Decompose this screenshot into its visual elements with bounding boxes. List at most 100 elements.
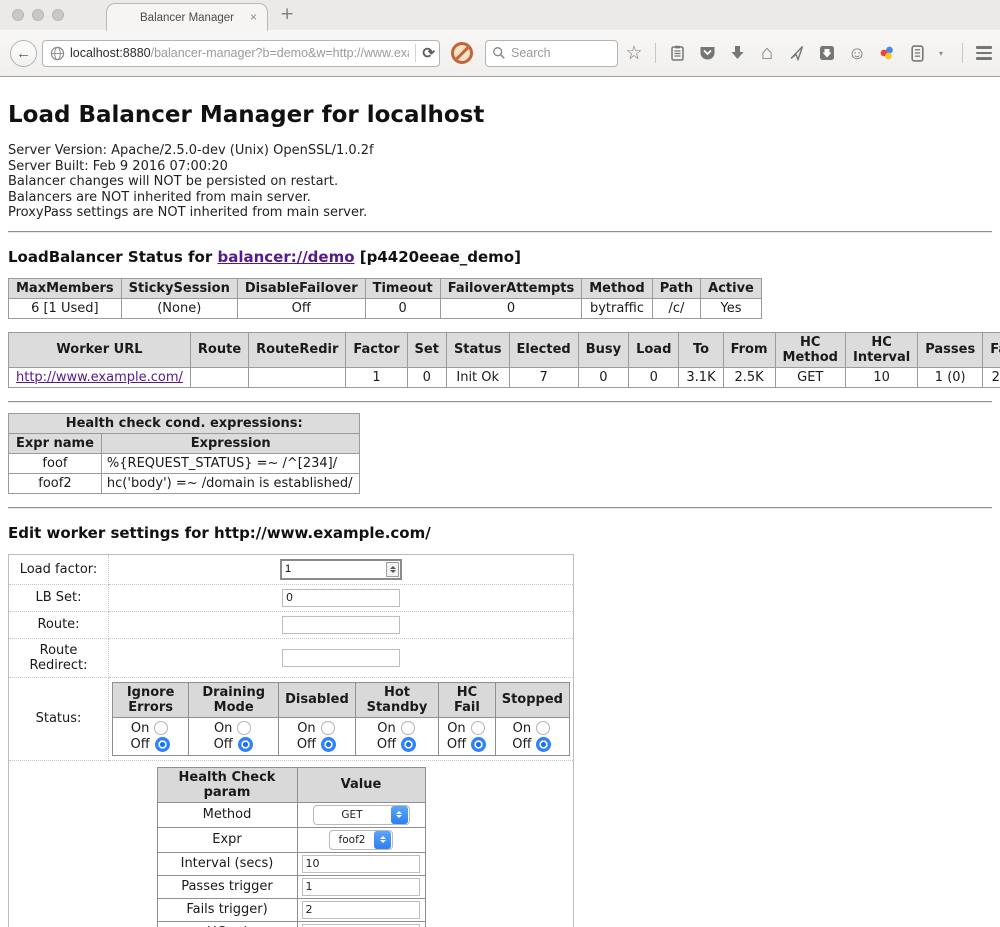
route-input[interactable] — [282, 616, 400, 634]
cell-passes: 1 (0) — [918, 367, 983, 387]
col-hc-method: HC Method — [775, 332, 845, 367]
passes-trigger-input[interactable] — [302, 878, 420, 896]
feedback-smiley-icon[interactable]: ☺ — [848, 44, 866, 62]
select-stepper-icon — [374, 831, 391, 849]
off-label: Off — [297, 737, 316, 752]
draining-mode-radios: On Off — [189, 717, 279, 755]
disabled-radios: On Off — [279, 717, 356, 755]
worker-url-link[interactable]: http://www.example.com/ — [16, 370, 183, 385]
downloads-icon[interactable] — [728, 44, 746, 62]
stopped-off-radio[interactable] — [536, 737, 551, 752]
cell-hc-method: GET — [775, 367, 845, 387]
home-icon[interactable]: ⌂ — [758, 44, 776, 62]
interval-input[interactable] — [302, 855, 420, 873]
browser-navbar: ← localhost:8880/balancer-manager?b=demo… — [0, 30, 1000, 77]
search-icon — [492, 46, 506, 60]
search-input[interactable] — [511, 46, 611, 60]
draining-mode-off-radio[interactable] — [238, 737, 253, 752]
chevron-down-icon[interactable]: ▾ — [932, 44, 950, 62]
route-redirect-input[interactable] — [282, 649, 400, 667]
col-worker-url: Worker URL — [9, 332, 191, 367]
new-tab-button[interactable]: + — [280, 4, 294, 24]
window-controls[interactable] — [12, 9, 64, 21]
cell-busy: 0 — [578, 367, 628, 387]
hc-fail-off-radio[interactable] — [471, 737, 486, 752]
col-fails: Fails — [983, 332, 1000, 367]
balancer-manager-page: Load Balancer Manager for localhost Serv… — [0, 77, 1000, 927]
hc-fail-radios: On Off — [439, 717, 496, 755]
back-button[interactable]: ← — [10, 40, 37, 67]
toolbar-divider — [962, 43, 963, 63]
method-select[interactable]: GET — [313, 805, 410, 825]
cell-status: Init Ok — [446, 367, 509, 387]
off-label: Off — [447, 737, 466, 752]
col-path: Path — [652, 278, 700, 298]
interval-label: Interval (secs) — [157, 852, 297, 875]
col-ignore-errors: Ignore Errors — [113, 682, 189, 717]
fails-trigger-input[interactable] — [302, 901, 420, 919]
close-window-button[interactable] — [12, 9, 24, 21]
draining-mode-on-radio[interactable] — [237, 721, 251, 735]
number-stepper-icon[interactable] — [386, 562, 399, 577]
disabled-on-radio[interactable] — [321, 721, 335, 735]
col-disabled: Disabled — [279, 682, 356, 717]
url-bar[interactable]: localhost:8880/balancer-manager?b=demo&w… — [42, 40, 440, 67]
expr-select[interactable]: foof2 — [329, 830, 393, 850]
container-icon[interactable] — [908, 44, 926, 62]
col-failoverattempts: FailoverAttempts — [440, 278, 582, 298]
select-stepper-icon — [391, 806, 408, 824]
zoom-window-button[interactable] — [52, 9, 64, 21]
col-hc-param: Health Check param — [157, 767, 297, 802]
load-factor-input[interactable] — [282, 563, 386, 575]
tab-title: Balancer Manager — [140, 12, 234, 24]
hot-standby-off-radio[interactable] — [401, 737, 416, 752]
col-maxmembers: MaxMembers — [9, 278, 122, 298]
clipboard-icon[interactable] — [668, 44, 686, 62]
balancer-demo-link[interactable]: balancer://demo — [217, 248, 354, 266]
on-label: On — [447, 721, 465, 736]
load-factor-field[interactable] — [280, 559, 402, 580]
ignore-errors-on-radio[interactable] — [154, 721, 168, 735]
browser-tab[interactable]: Balancer Manager × — [106, 3, 268, 31]
cell-set: 0 — [407, 367, 446, 387]
ignore-errors-off-radio[interactable] — [155, 737, 170, 752]
off-label: Off — [214, 737, 233, 752]
cell-disablefailover: Off — [237, 298, 365, 318]
col-elected: Elected — [509, 332, 578, 367]
disabled-off-radio[interactable] — [321, 737, 336, 752]
stopped-on-radio[interactable] — [536, 721, 550, 735]
route-redirect-label: Route Redirect: — [9, 638, 109, 677]
bookmark-star-icon[interactable]: ☆ — [625, 44, 643, 62]
send-plane-icon[interactable] — [788, 44, 806, 62]
server-built-line: Server Built: Feb 9 2016 07:00:20 — [8, 159, 992, 175]
passes-trigger-label: Passes trigger — [157, 875, 297, 898]
hot-standby-on-radio[interactable] — [401, 721, 415, 735]
worker-table: Worker URL Route RouteRedir Factor Set S… — [8, 332, 1000, 388]
urlbar-divider — [415, 44, 416, 62]
url-text[interactable]: localhost:8880/balancer-manager?b=demo&w… — [70, 46, 409, 60]
search-bar[interactable] — [485, 40, 618, 67]
addon-download-icon[interactable] — [818, 44, 836, 62]
col-method: Method — [582, 278, 652, 298]
menu-icon[interactable] — [975, 44, 993, 62]
proxypass-note-line: ProxyPass settings are NOT inherited fro… — [8, 205, 992, 221]
on-label: On — [513, 721, 531, 736]
route-label: Route: — [9, 611, 109, 638]
blocked-content-icon[interactable] — [451, 42, 473, 64]
hc-uri-input[interactable] — [302, 924, 420, 927]
cell-route — [190, 367, 248, 387]
cell-hc-interval: 10 — [845, 367, 917, 387]
lb-set-input[interactable] — [282, 589, 400, 607]
hc-fail-on-radio[interactable] — [471, 721, 485, 735]
cell-fails: 2 (0) — [983, 367, 1000, 387]
divider — [8, 231, 992, 233]
close-tab-icon[interactable]: × — [250, 10, 257, 24]
colorways-icon[interactable] — [878, 44, 896, 62]
off-label: Off — [377, 737, 396, 752]
cell-expression: hc('body') =~ /domain is established/ — [101, 473, 360, 493]
cell-stickysession: (None) — [121, 298, 237, 318]
pocket-icon[interactable] — [698, 44, 716, 62]
minimize-window-button[interactable] — [32, 9, 44, 21]
cell-timeout: 0 — [365, 298, 440, 318]
reload-icon[interactable]: ⟳ — [422, 44, 435, 62]
